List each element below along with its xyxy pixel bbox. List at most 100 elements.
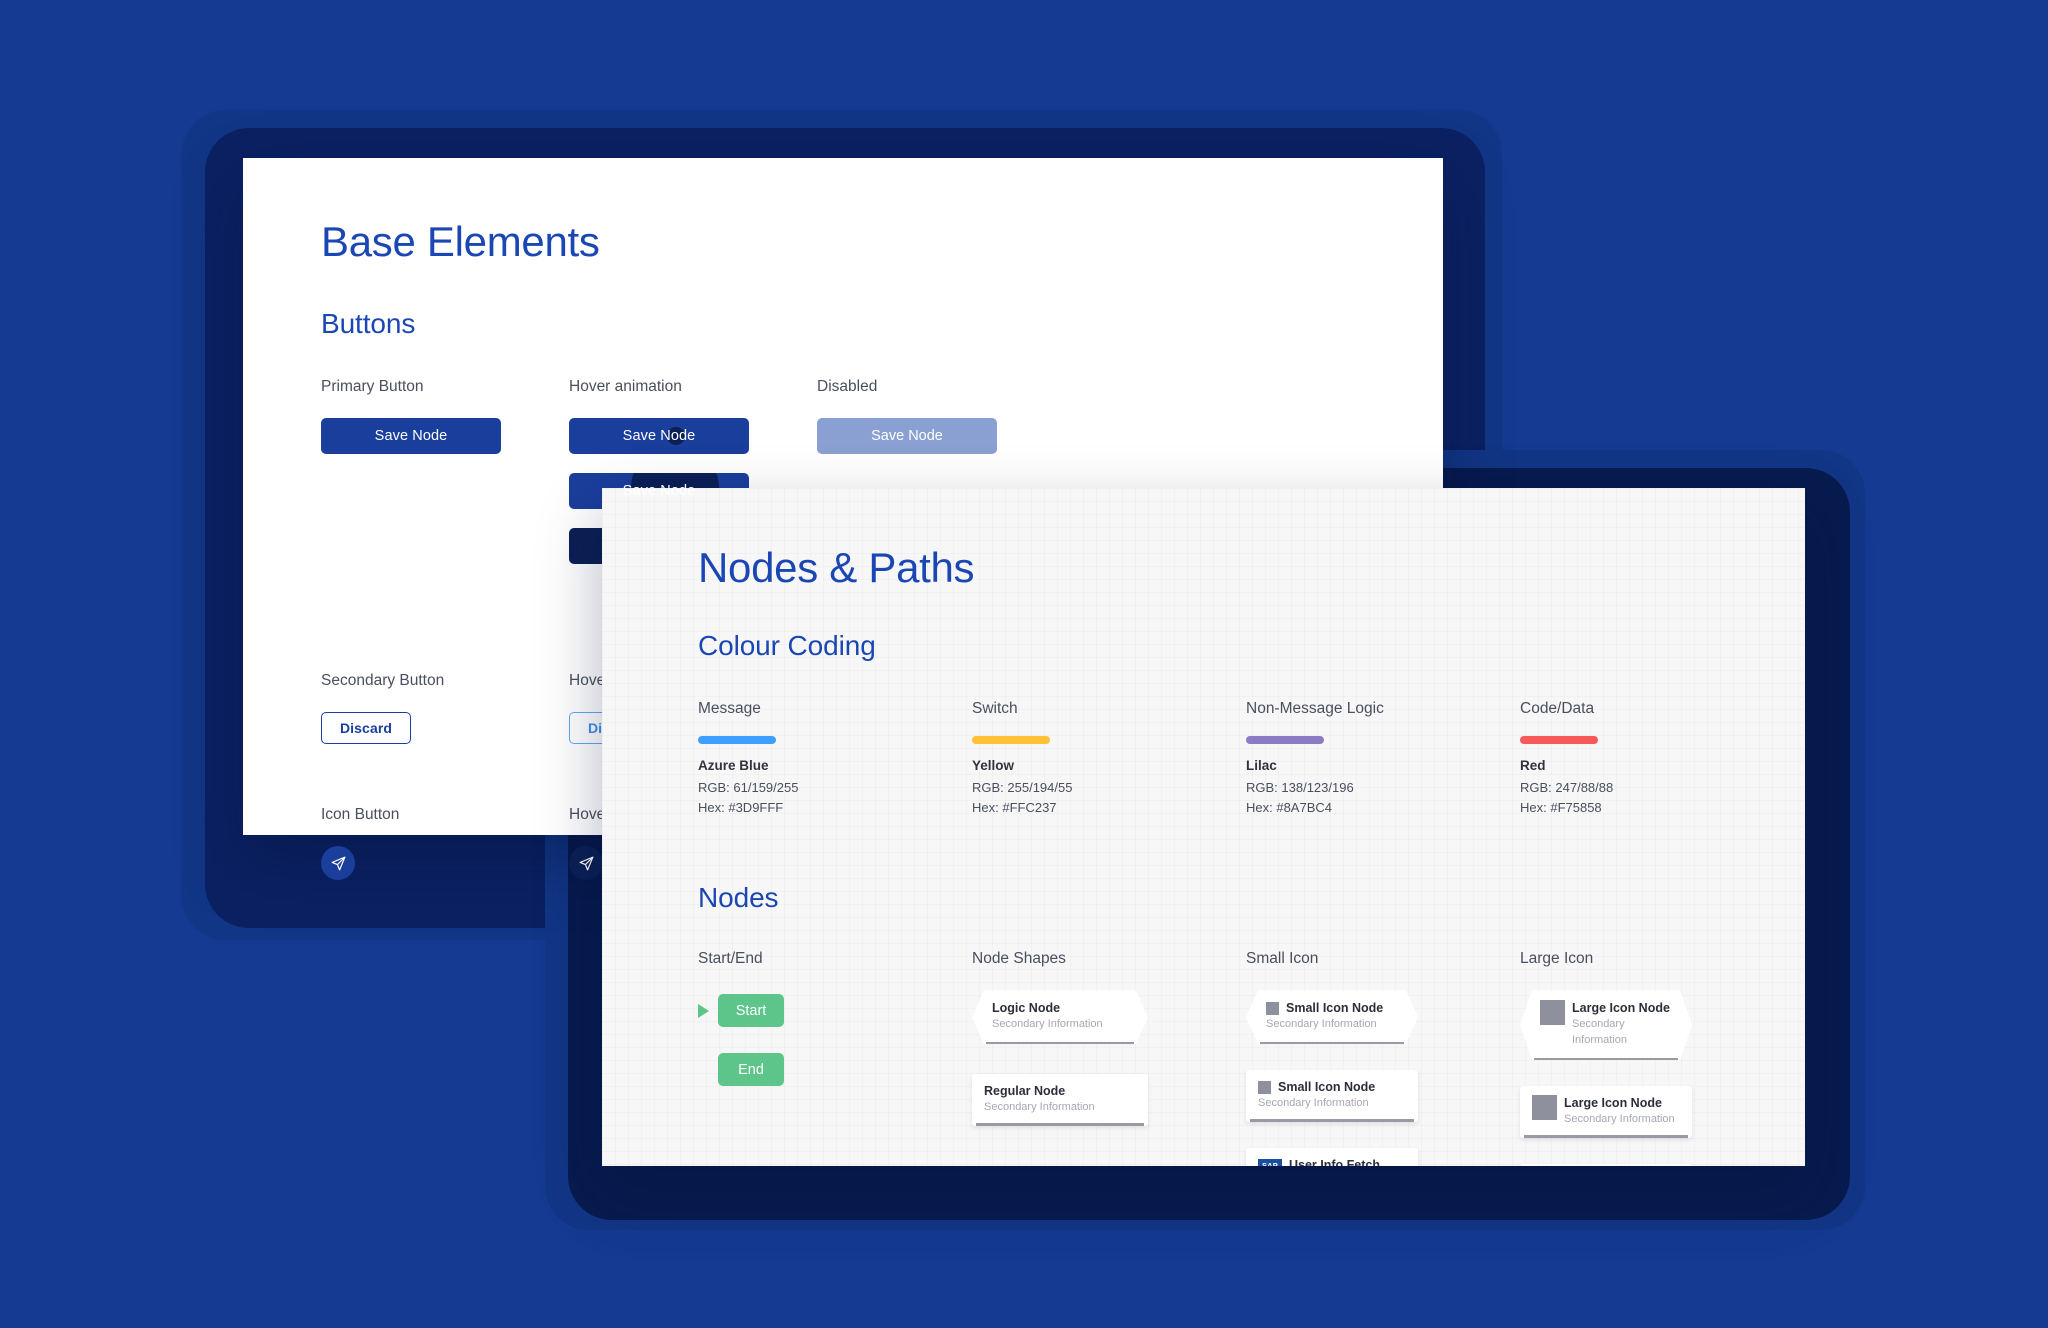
swatch-code-data: Code/Data Red RGB: 247/88/88 Hex: #F7585… bbox=[1520, 700, 1794, 818]
node-text-block: Large Icon Node Secondary Information bbox=[1572, 1000, 1672, 1049]
swatch-switch: Switch Yellow RGB: 255/194/55 Hex: #FFC2… bbox=[972, 700, 1246, 818]
node-status-bar bbox=[1524, 1135, 1688, 1138]
start-node-label: Start bbox=[735, 1002, 767, 1019]
small-icon-rect-subtitle: Secondary Information bbox=[1258, 1096, 1369, 1109]
send-icon bbox=[331, 856, 345, 870]
large-icon-hex-subtitle: Secondary Information bbox=[1572, 1018, 1628, 1047]
small-icon-column: Small Icon Small Icon Node Secondary Inf… bbox=[1246, 950, 1520, 1166]
secondary-button-label: Secondary Button bbox=[321, 672, 445, 689]
end-node[interactable]: End bbox=[718, 1053, 784, 1087]
start-end-column: Start/End Start End bbox=[698, 950, 972, 1166]
large-icon-hex-title: Large Icon Node bbox=[1572, 1001, 1670, 1016]
discard-label: Discard bbox=[339, 720, 393, 736]
colour-swatch-row: Message Azure Blue RGB: 61/159/255 Hex: … bbox=[698, 700, 1805, 818]
swatch-category: Code/Data bbox=[1520, 700, 1595, 717]
save-node-primary-button[interactable]: Save Node bbox=[321, 418, 501, 454]
node-status-bar bbox=[1250, 1119, 1414, 1122]
discard-button[interactable]: Discard bbox=[321, 712, 411, 744]
logic-node-card[interactable]: Logic Node Secondary Information bbox=[972, 990, 1148, 1044]
swatch-bar-yellow bbox=[972, 736, 1050, 744]
square-placeholder-icon bbox=[1258, 1081, 1271, 1095]
small-icon-hex-title: Small Icon Node bbox=[1286, 1001, 1384, 1016]
large-icon-rect-subtitle: Secondary Information bbox=[1564, 1112, 1675, 1125]
swatch-name: Lilac bbox=[1246, 758, 1277, 773]
swatch-name: Yellow bbox=[972, 758, 1015, 773]
nodes-row: Start/End Start End Node Shapes Logic No… bbox=[698, 950, 1805, 1166]
primary-button-column: Primary Button Save Node bbox=[321, 378, 569, 564]
page-title: Base Elements bbox=[321, 218, 600, 265]
node-shapes-label: Node Shapes bbox=[972, 950, 1066, 968]
swatch-hex: Hex: #FFC237 bbox=[972, 800, 1057, 816]
swatch-hex: Hex: #3D9FFF bbox=[698, 800, 784, 816]
swatch-category: Message bbox=[698, 700, 761, 717]
swatch-non-message-logic: Non-Message Logic Lilac RGB: 138/123/196… bbox=[1246, 700, 1520, 818]
save-node-hover-label-2: Save Node bbox=[622, 483, 696, 499]
swatch-message: Message Azure Blue RGB: 61/159/255 Hex: … bbox=[698, 700, 972, 818]
large-icon-hex-node-card[interactable]: Large Icon Node Secondary Information bbox=[1520, 990, 1692, 1060]
logic-node-subtitle: Secondary Information bbox=[992, 1018, 1103, 1031]
swatch-name: Red bbox=[1520, 758, 1546, 773]
save-node-hover-button-1[interactable]: Save Node bbox=[569, 418, 749, 454]
send-icon-hover-button[interactable] bbox=[569, 846, 603, 880]
send-icon-button[interactable] bbox=[321, 846, 355, 880]
small-icon-rect-node-card[interactable]: Small Icon Node Secondary Information bbox=[1246, 1070, 1418, 1122]
nodes-section-heading: Nodes bbox=[698, 882, 779, 914]
large-icon-column: Large Icon Large Icon Node Secondary Inf… bbox=[1520, 950, 1794, 1166]
large-icon-sap-node-card[interactable]: SAP User Info Fetch HelloWorldProject bbox=[1520, 1163, 1692, 1166]
icon-button-label: Icon Button bbox=[321, 806, 400, 823]
small-icon-sap-node-card[interactable]: SAP User Info Fetch HelloWorldProject bbox=[1246, 1147, 1418, 1166]
node-status-bar bbox=[986, 1042, 1134, 1045]
node-title-row: Small Icon Node bbox=[1266, 1000, 1398, 1017]
swatch-rgb: RGB: 61/159/255 bbox=[698, 780, 799, 795]
nodes-panel-title: Nodes & Paths bbox=[698, 544, 975, 591]
node-text-block: Large Icon Node Secondary Information bbox=[1564, 1095, 1675, 1128]
square-placeholder-icon bbox=[1540, 1000, 1565, 1025]
start-node-row: Start bbox=[698, 994, 972, 1028]
buttons-section-heading: Buttons bbox=[321, 308, 416, 339]
swatch-name: Azure Blue bbox=[698, 758, 769, 773]
sap-logo-text: SAP bbox=[1261, 1160, 1279, 1166]
regular-node-title: Regular Node bbox=[984, 1084, 1066, 1099]
node-status-bar bbox=[1260, 1042, 1404, 1045]
regular-node-subtitle: Secondary Information bbox=[984, 1100, 1095, 1113]
logic-node-title: Logic Node bbox=[992, 1001, 1061, 1016]
small-icon-sap-title: User Info Fetch bbox=[1289, 1157, 1380, 1166]
end-node-label: End bbox=[738, 1061, 764, 1078]
start-node[interactable]: Start bbox=[718, 994, 784, 1028]
swatch-hex: Hex: #8A7BC4 bbox=[1246, 800, 1332, 816]
disabled-button-label: Disabled bbox=[817, 378, 878, 395]
large-icon-rect-title: Large Icon Node bbox=[1564, 1096, 1662, 1111]
small-icon-hex-subtitle: Secondary Information bbox=[1266, 1018, 1377, 1031]
node-title-row: Small Icon Node bbox=[1258, 1079, 1406, 1096]
node-status-bar bbox=[976, 1123, 1144, 1126]
save-node-disabled-button: Save Node bbox=[817, 418, 997, 454]
swatch-bar-red bbox=[1520, 736, 1598, 744]
swatch-hex: Hex: #F75858 bbox=[1520, 800, 1602, 816]
node-title-row: SAP User Info Fetch bbox=[1258, 1157, 1406, 1166]
secondary-button-column: Secondary Button Discard bbox=[321, 672, 569, 744]
start-end-label: Start/End bbox=[698, 950, 763, 968]
save-node-disabled-label: Save Node bbox=[871, 428, 943, 444]
send-icon bbox=[579, 856, 593, 870]
large-icon-label: Large Icon bbox=[1520, 950, 1594, 968]
sap-logo-icon: SAP bbox=[1258, 1158, 1282, 1166]
swatch-bar-lilac bbox=[1246, 736, 1324, 744]
icon-button-column: Icon Button bbox=[321, 806, 569, 880]
swatch-category: Non-Message Logic bbox=[1246, 700, 1384, 717]
swatch-category: Switch bbox=[972, 700, 1018, 717]
play-triangle-icon bbox=[698, 1003, 709, 1018]
swatch-rgb: RGB: 255/194/55 bbox=[972, 780, 1073, 795]
small-icon-hex-node-card[interactable]: Small Icon Node Secondary Information bbox=[1246, 990, 1418, 1044]
swatch-rgb: RGB: 247/88/88 bbox=[1520, 780, 1614, 795]
save-node-primary-label: Save Node bbox=[374, 428, 448, 444]
small-icon-label: Small Icon bbox=[1246, 950, 1319, 968]
node-shapes-column: Node Shapes Logic Node Secondary Informa… bbox=[972, 950, 1246, 1166]
small-icon-rect-title: Small Icon Node bbox=[1278, 1080, 1376, 1095]
regular-node-card[interactable]: Regular Node Secondary Information bbox=[972, 1074, 1148, 1126]
swatch-bar-azure-blue bbox=[698, 736, 776, 744]
hover-animation-label: Hover animation bbox=[569, 378, 682, 395]
node-title-row: Large Icon Node Secondary Information bbox=[1532, 1095, 1680, 1128]
swatch-rgb: RGB: 138/123/196 bbox=[1246, 780, 1354, 795]
node-title-row: Large Icon Node Secondary Information bbox=[1540, 1000, 1672, 1049]
large-icon-rect-node-card[interactable]: Large Icon Node Secondary Information bbox=[1520, 1086, 1692, 1138]
